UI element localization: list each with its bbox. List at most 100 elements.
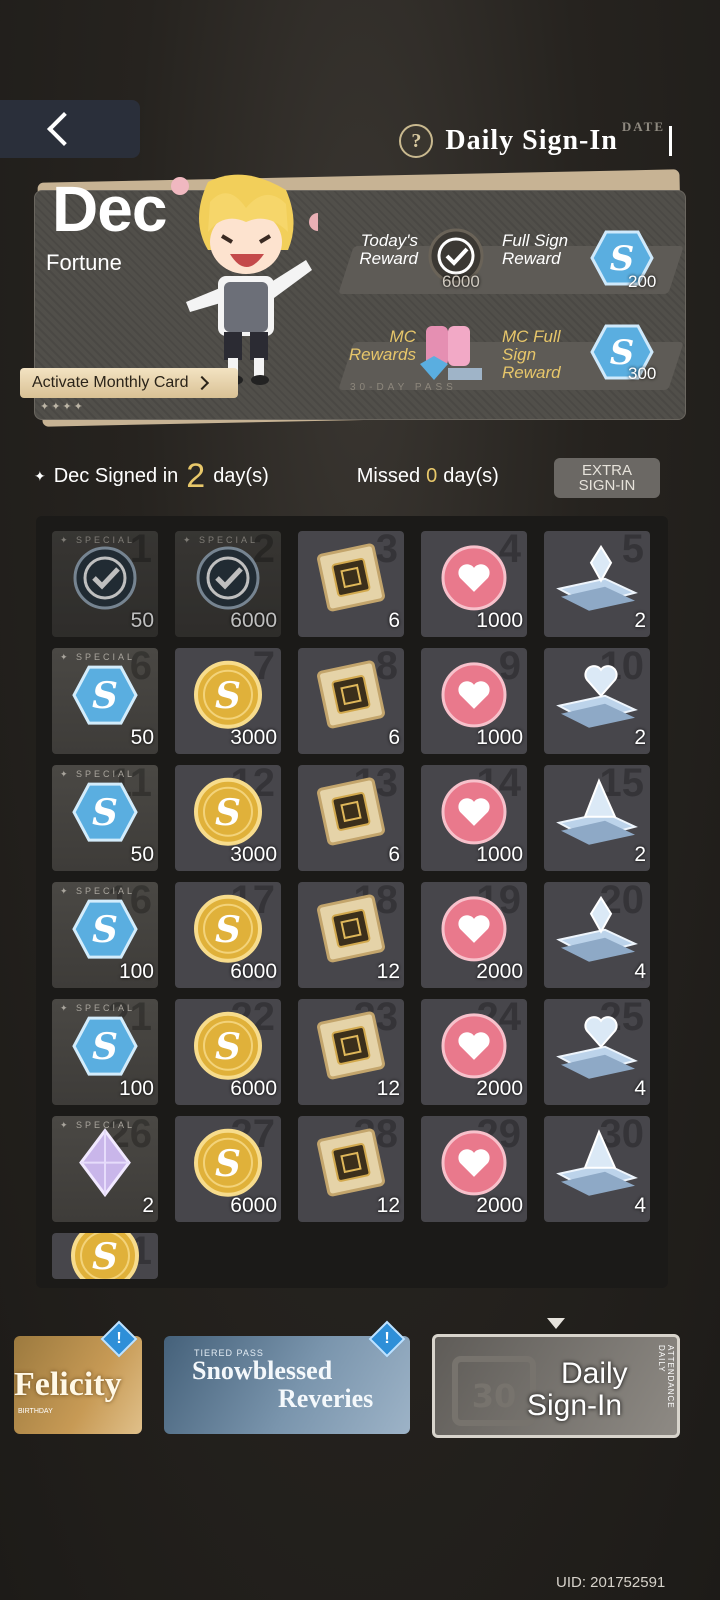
reward-amount: 1000 (476, 726, 523, 749)
calendar-day-cell[interactable]: 17 S 6000 (175, 882, 281, 988)
mc-rewards-label: MC Rewards (348, 327, 416, 364)
calendar-day-cell[interactable]: 13 6 (298, 765, 404, 871)
back-button[interactable] (0, 100, 140, 158)
gold-coin-icon: S (193, 777, 263, 852)
activate-label: Activate Monthly Card (32, 374, 189, 391)
missed-prefix: Missed (356, 464, 421, 487)
svg-text:S: S (215, 1026, 241, 1068)
calendar-day-cell[interactable]: 31S (52, 1233, 158, 1279)
calendar-day-cell[interactable]: 25 4 (544, 999, 650, 1105)
special-tag: ✦ SPECIAL (183, 535, 259, 545)
calendar-day-cell[interactable]: 14 1000 (421, 765, 527, 871)
calendar-day-cell[interactable]: 1 ✦ SPECIAL 50 (52, 531, 158, 637)
special-tag: ✦ SPECIAL (60, 886, 136, 896)
calendar-day-cell[interactable]: 7 S 3000 (175, 648, 281, 754)
calendar-day-cell[interactable]: 12 S 3000 (175, 765, 281, 871)
calendar-day-cell[interactable]: 36 (298, 531, 404, 637)
reward-amount: 6000 (230, 609, 277, 632)
gold-coin-icon: S (193, 894, 263, 969)
calendar-30-icon: 30 (452, 1356, 536, 1426)
calendar-day-cell[interactable]: 30 4 (544, 1116, 650, 1222)
special-tag: ✦ SPECIAL (60, 535, 136, 545)
gold-coin-icon: S (193, 1128, 263, 1203)
reward-amount: 1000 (476, 843, 523, 866)
heart-stand-icon (555, 1011, 639, 1086)
blue-coin-icon: S (72, 781, 138, 848)
gold-coin-icon: S (193, 1011, 263, 1086)
signed-count: 2 (186, 456, 206, 495)
calendar-day-cell[interactable]: 10 2 (544, 648, 650, 754)
signed-suffix: day(s) (213, 464, 269, 487)
calendar-day-cell[interactable]: 18 12 (298, 882, 404, 988)
calendar-day-cell[interactable]: 20 4 (544, 882, 650, 988)
calendar-day-cell[interactable]: 52 (544, 531, 650, 637)
calendar-day-cell[interactable]: 27 S 6000 (175, 1116, 281, 1222)
reward-amount: 2 (634, 843, 646, 866)
calendar-day-cell[interactable]: 24 2000 (421, 999, 527, 1105)
reward-amount: 6 (388, 609, 400, 632)
calendar-grid: 1 ✦ SPECIAL 50 2 ✦ SPECIAL 6000 3 6 4 1000 5 2 6 ✦ SP… (36, 516, 668, 1288)
mc-full-sign-reward-label: MC Full Sign Reward (502, 327, 561, 382)
reward-amount: 12 (376, 960, 400, 983)
calendar-day-cell[interactable]: 19 2000 (421, 882, 527, 988)
calendar-day-cell[interactable]: 86 (298, 648, 404, 754)
missed-count: 0 (426, 464, 438, 487)
question-circle-icon[interactable]: ? (399, 124, 434, 158)
calendar-day-cell[interactable]: 28 12 (298, 1116, 404, 1222)
diamond-stand-icon (555, 894, 639, 969)
page-title: Daily Sign-In (445, 125, 618, 156)
special-tag: ✦ SPECIAL (60, 652, 136, 662)
svg-text:S: S (92, 1235, 118, 1277)
check-token-icon (195, 545, 261, 616)
tab-daily-sign-in[interactable]: 30 Daily Sign-In ATTENDANCE DAILY (432, 1334, 680, 1438)
tab-daily-title-2: Sign-In (527, 1389, 623, 1422)
reward-amount: 2 (634, 726, 646, 749)
calendar-day-cell[interactable]: 2 ✦ SPECIAL 6000 (175, 531, 281, 637)
crystal-icon (75, 1127, 135, 1204)
missed-suffix: day(s) (443, 464, 499, 487)
calendar-day-cell[interactable]: 23 12 (298, 999, 404, 1105)
reward-amount: 6000 (230, 1194, 277, 1217)
gold-chip-icon (313, 656, 389, 737)
calendar-day-cell[interactable]: 11 ✦ SPECIAL S 50 (52, 765, 158, 871)
calendar-day-cell[interactable]: 15 2 (544, 765, 650, 871)
heart-coin-icon (440, 1129, 508, 1202)
calendar-day-cell[interactable]: 21 ✦ SPECIAL S 100 (52, 999, 158, 1105)
calendar-day-cell[interactable]: 22 S 6000 (175, 999, 281, 1105)
heart-coin-icon (440, 544, 508, 617)
full-sign-reward-label: Full Sign Reward (502, 231, 569, 268)
banner-subtitle: Fortune (46, 250, 122, 275)
reward-amount: 12 (376, 1077, 400, 1100)
calendar-day-cell[interactable]: 9 1000 (421, 648, 527, 754)
reward-amount: 2000 (476, 960, 523, 983)
tab-daily-side: ATTENDANCE DAILY (657, 1345, 675, 1409)
reward-amount: 6 (388, 843, 400, 866)
reward-amount: 4 (634, 1194, 646, 1217)
svg-text:S: S (92, 675, 118, 717)
rank-stars: ✦✦✦✦ (40, 401, 85, 413)
month-label: Dec (52, 173, 167, 245)
activate-monthly-card-button[interactable]: Activate Monthly Card (20, 368, 238, 398)
mc-full-sign-reward-value: 300 (628, 364, 657, 383)
calendar-day-cell[interactable]: 16 ✦ SPECIAL S 100 (52, 882, 158, 988)
tab-snow-title-2: Reveries (278, 1384, 374, 1413)
reward-amount: 6 (388, 726, 400, 749)
blue-coin-icon: S (72, 1015, 138, 1082)
heart-stand-icon (555, 660, 639, 735)
calendar-day-cell[interactable]: 26 ✦ SPECIAL 2 (52, 1116, 158, 1222)
extra-sign-in-button[interactable]: EXTRA SIGN-IN (554, 458, 660, 498)
sparkle-icon: ✦ (34, 467, 46, 484)
reward-amount: 4 (634, 960, 646, 983)
svg-text:S: S (215, 909, 241, 951)
gold-chip-icon (313, 539, 389, 620)
calendar-day-cell[interactable]: 6 ✦ SPECIAL S 50 (52, 648, 158, 754)
mc-pass-bundle-icon (420, 326, 482, 380)
reward-amount: 100 (118, 960, 154, 983)
tab-snowblessed-reveries[interactable]: TIERED PASS Snowblessed Reveries (164, 1336, 410, 1434)
special-tag: ✦ SPECIAL (60, 769, 136, 779)
calendar-day-cell[interactable]: 4 1000 (421, 531, 527, 637)
reward-amount: 100 (118, 1077, 154, 1100)
calendar-day-cell[interactable]: 29 2000 (421, 1116, 527, 1222)
svg-text:S: S (92, 909, 118, 951)
selected-tab-indicator-icon (547, 1318, 565, 1329)
